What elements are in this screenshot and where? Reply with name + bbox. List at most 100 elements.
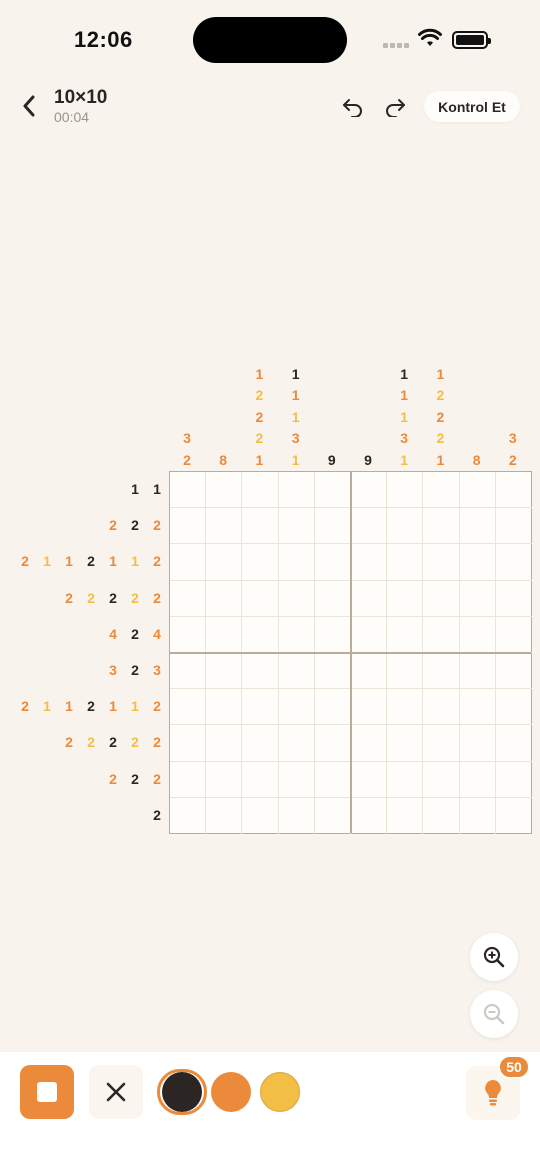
grid-cell[interactable] bbox=[495, 544, 532, 581]
grid-cell[interactable] bbox=[387, 544, 424, 581]
grid-cell[interactable] bbox=[242, 580, 279, 617]
grid-cell[interactable] bbox=[278, 725, 315, 762]
grid-cell[interactable] bbox=[314, 653, 351, 690]
grid-cell[interactable] bbox=[314, 761, 351, 798]
grid-cell[interactable] bbox=[423, 580, 460, 617]
grid-cell[interactable] bbox=[278, 472, 315, 509]
grid-cell[interactable] bbox=[387, 580, 424, 617]
grid-cell[interactable] bbox=[423, 725, 460, 762]
grid-cell[interactable] bbox=[242, 508, 279, 545]
grid-cell[interactable] bbox=[314, 616, 351, 653]
grid-cell[interactable] bbox=[278, 580, 315, 617]
grid-cell[interactable] bbox=[314, 508, 351, 545]
grid-cell[interactable] bbox=[242, 797, 279, 834]
grid-cell[interactable] bbox=[387, 508, 424, 545]
grid-cell[interactable] bbox=[279, 797, 315, 834]
grid-cell[interactable] bbox=[170, 689, 207, 726]
grid-cell[interactable] bbox=[495, 689, 532, 726]
grid-cell[interactable] bbox=[351, 544, 388, 581]
grid-cell[interactable] bbox=[459, 580, 496, 617]
grid-cell[interactable] bbox=[495, 581, 532, 617]
grid-cell[interactable] bbox=[206, 616, 243, 653]
grid-cell[interactable] bbox=[314, 544, 351, 581]
grid-cell[interactable] bbox=[459, 544, 496, 581]
grid-cell[interactable] bbox=[351, 797, 388, 834]
grid-cell[interactable] bbox=[314, 689, 351, 726]
grid-cell[interactable] bbox=[242, 616, 279, 653]
grid-cell[interactable] bbox=[170, 544, 207, 581]
grid-cell[interactable] bbox=[351, 580, 388, 617]
grid-cell[interactable] bbox=[242, 761, 279, 798]
grid-cell[interactable] bbox=[170, 653, 207, 690]
grid-cell[interactable] bbox=[351, 725, 388, 762]
grid-cell[interactable] bbox=[351, 653, 388, 690]
grid-cell[interactable] bbox=[423, 472, 460, 509]
grid-cell[interactable] bbox=[351, 689, 388, 726]
grid-cell[interactable] bbox=[351, 508, 388, 545]
grid-cell[interactable] bbox=[423, 689, 460, 726]
grid-cell[interactable] bbox=[170, 508, 207, 545]
fill-tool-button[interactable] bbox=[20, 1065, 74, 1119]
grid-cell[interactable] bbox=[314, 472, 351, 509]
grid-cell[interactable] bbox=[206, 761, 243, 798]
grid-cell[interactable] bbox=[387, 797, 424, 834]
swatch-yellow[interactable] bbox=[260, 1072, 300, 1112]
grid-cell[interactable] bbox=[460, 797, 496, 834]
grid-cell[interactable] bbox=[206, 725, 243, 762]
grid-cell[interactable] bbox=[459, 616, 496, 653]
grid-cell[interactable] bbox=[459, 761, 496, 798]
puzzle-grid[interactable] bbox=[169, 471, 532, 834]
grid-cell[interactable] bbox=[351, 761, 388, 798]
grid-cell[interactable] bbox=[315, 797, 351, 834]
grid-cell[interactable] bbox=[242, 544, 279, 581]
grid-cell[interactable] bbox=[495, 762, 532, 798]
grid-cell[interactable] bbox=[459, 725, 496, 762]
grid-cell[interactable] bbox=[495, 653, 532, 690]
grid-cell[interactable] bbox=[278, 508, 315, 545]
grid-cell[interactable] bbox=[278, 761, 315, 798]
grid-cell[interactable] bbox=[495, 508, 532, 545]
grid-cell[interactable] bbox=[387, 653, 424, 690]
grid-cell[interactable] bbox=[314, 725, 351, 762]
redo-button[interactable] bbox=[380, 92, 410, 122]
grid-cell[interactable] bbox=[496, 798, 532, 834]
grid-cell[interactable] bbox=[351, 616, 388, 653]
grid-cell[interactable] bbox=[495, 472, 532, 509]
grid-cell[interactable] bbox=[206, 689, 243, 726]
grid-cell[interactable] bbox=[242, 689, 279, 726]
grid-cell[interactable] bbox=[170, 797, 207, 834]
grid-cell[interactable] bbox=[206, 544, 243, 581]
grid-cell[interactable] bbox=[387, 472, 424, 509]
check-button[interactable]: Kontrol Et bbox=[424, 91, 520, 122]
cross-tool-button[interactable] bbox=[89, 1065, 143, 1119]
grid-cell[interactable] bbox=[459, 472, 496, 509]
zoom-in-button[interactable] bbox=[470, 933, 518, 981]
grid-cell[interactable] bbox=[170, 725, 207, 762]
grid-cell[interactable] bbox=[170, 472, 207, 509]
grid-cell[interactable] bbox=[423, 508, 460, 545]
back-button[interactable] bbox=[14, 91, 44, 121]
grid-cell[interactable] bbox=[314, 580, 351, 617]
grid-cell[interactable] bbox=[423, 544, 460, 581]
grid-cell[interactable] bbox=[278, 689, 315, 726]
grid-cell[interactable] bbox=[278, 653, 315, 690]
grid-cell[interactable] bbox=[423, 761, 460, 798]
grid-cell[interactable] bbox=[423, 653, 460, 690]
grid-cell[interactable] bbox=[459, 689, 496, 726]
grid-cell[interactable] bbox=[170, 761, 207, 798]
grid-cell[interactable] bbox=[423, 797, 460, 834]
grid-cell[interactable] bbox=[387, 689, 424, 726]
grid-cell[interactable] bbox=[206, 797, 243, 834]
grid-cell[interactable] bbox=[242, 653, 279, 690]
grid-cell[interactable] bbox=[242, 472, 279, 509]
grid-cell[interactable] bbox=[206, 508, 243, 545]
swatch-orange[interactable] bbox=[211, 1072, 251, 1112]
grid-cell[interactable] bbox=[423, 616, 460, 653]
undo-button[interactable] bbox=[338, 92, 368, 122]
grid-cell[interactable] bbox=[495, 617, 532, 653]
grid-cell[interactable] bbox=[278, 544, 315, 581]
grid-cell[interactable] bbox=[206, 653, 243, 690]
grid-cell[interactable] bbox=[170, 580, 207, 617]
zoom-out-button[interactable] bbox=[470, 990, 518, 1038]
grid-cell[interactable] bbox=[387, 616, 424, 653]
